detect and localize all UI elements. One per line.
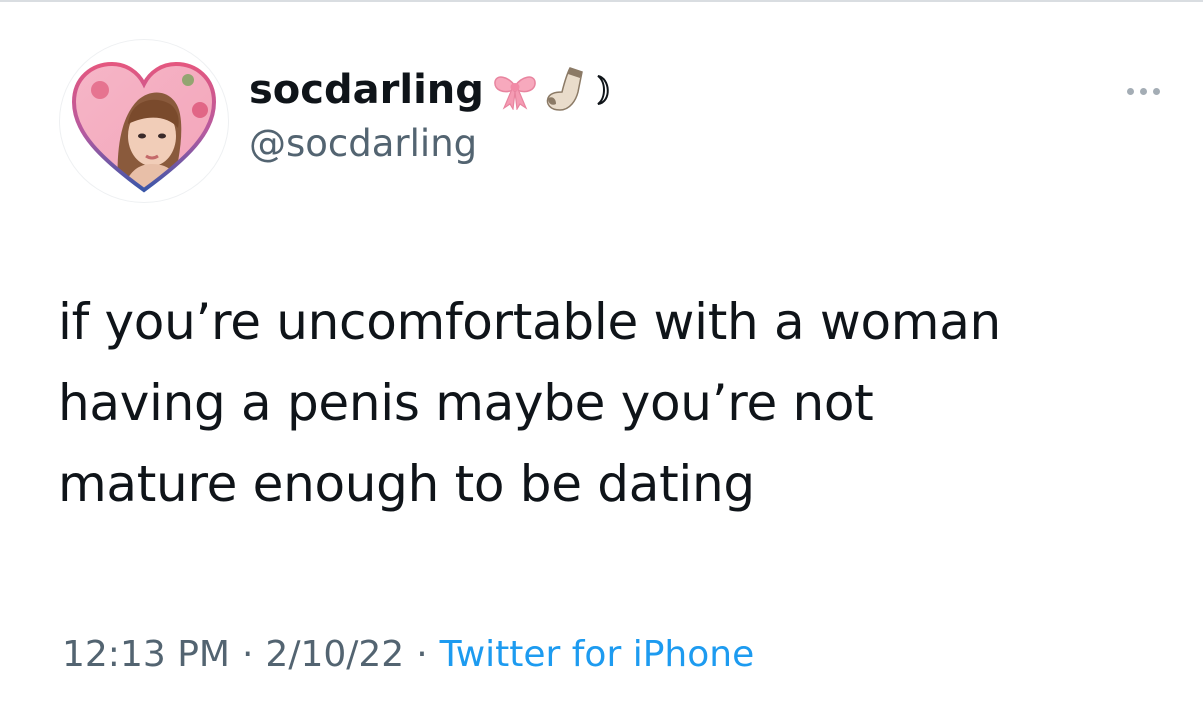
top-divider xyxy=(0,0,1203,2)
tweet-time[interactable]: 12:13 PM xyxy=(62,634,230,675)
tweet-text-line: mature enough to be dating xyxy=(58,455,755,513)
user-handle[interactable]: @socdarling xyxy=(249,122,616,165)
tweet-text-line: having a penis maybe you’re not xyxy=(58,374,874,432)
more-horizontal-icon xyxy=(1126,87,1134,95)
more-horizontal-icon-dot xyxy=(1152,87,1160,95)
tweet-text: if you’re uncomfortable with a woman hav… xyxy=(58,282,1178,525)
meta-separator: · xyxy=(416,634,428,675)
tweet-date[interactable]: 2/10/22 xyxy=(265,634,404,675)
user-name-block: socdarling @socdarling xyxy=(249,62,616,165)
meta-separator: · xyxy=(241,634,254,675)
display-name-row: socdarling xyxy=(249,62,616,118)
tweet-text-line: if you’re uncomfortable with a woman xyxy=(58,293,1001,351)
crescent-moon-icon xyxy=(590,72,616,108)
more-horizontal-icon-dot xyxy=(1139,87,1147,95)
display-name[interactable]: socdarling xyxy=(249,67,484,113)
more-options-button[interactable] xyxy=(1111,76,1175,106)
tweet-meta: 12:13 PM · 2/10/22 · Twitter for iPhone xyxy=(62,634,754,675)
sock-icon xyxy=(542,66,586,114)
heart-frame-avatar-icon xyxy=(71,61,217,193)
ribbon-icon xyxy=(492,70,538,110)
tweet-source-link[interactable]: Twitter for iPhone xyxy=(440,634,755,675)
name-emojis xyxy=(492,66,616,114)
avatar[interactable] xyxy=(60,40,228,202)
